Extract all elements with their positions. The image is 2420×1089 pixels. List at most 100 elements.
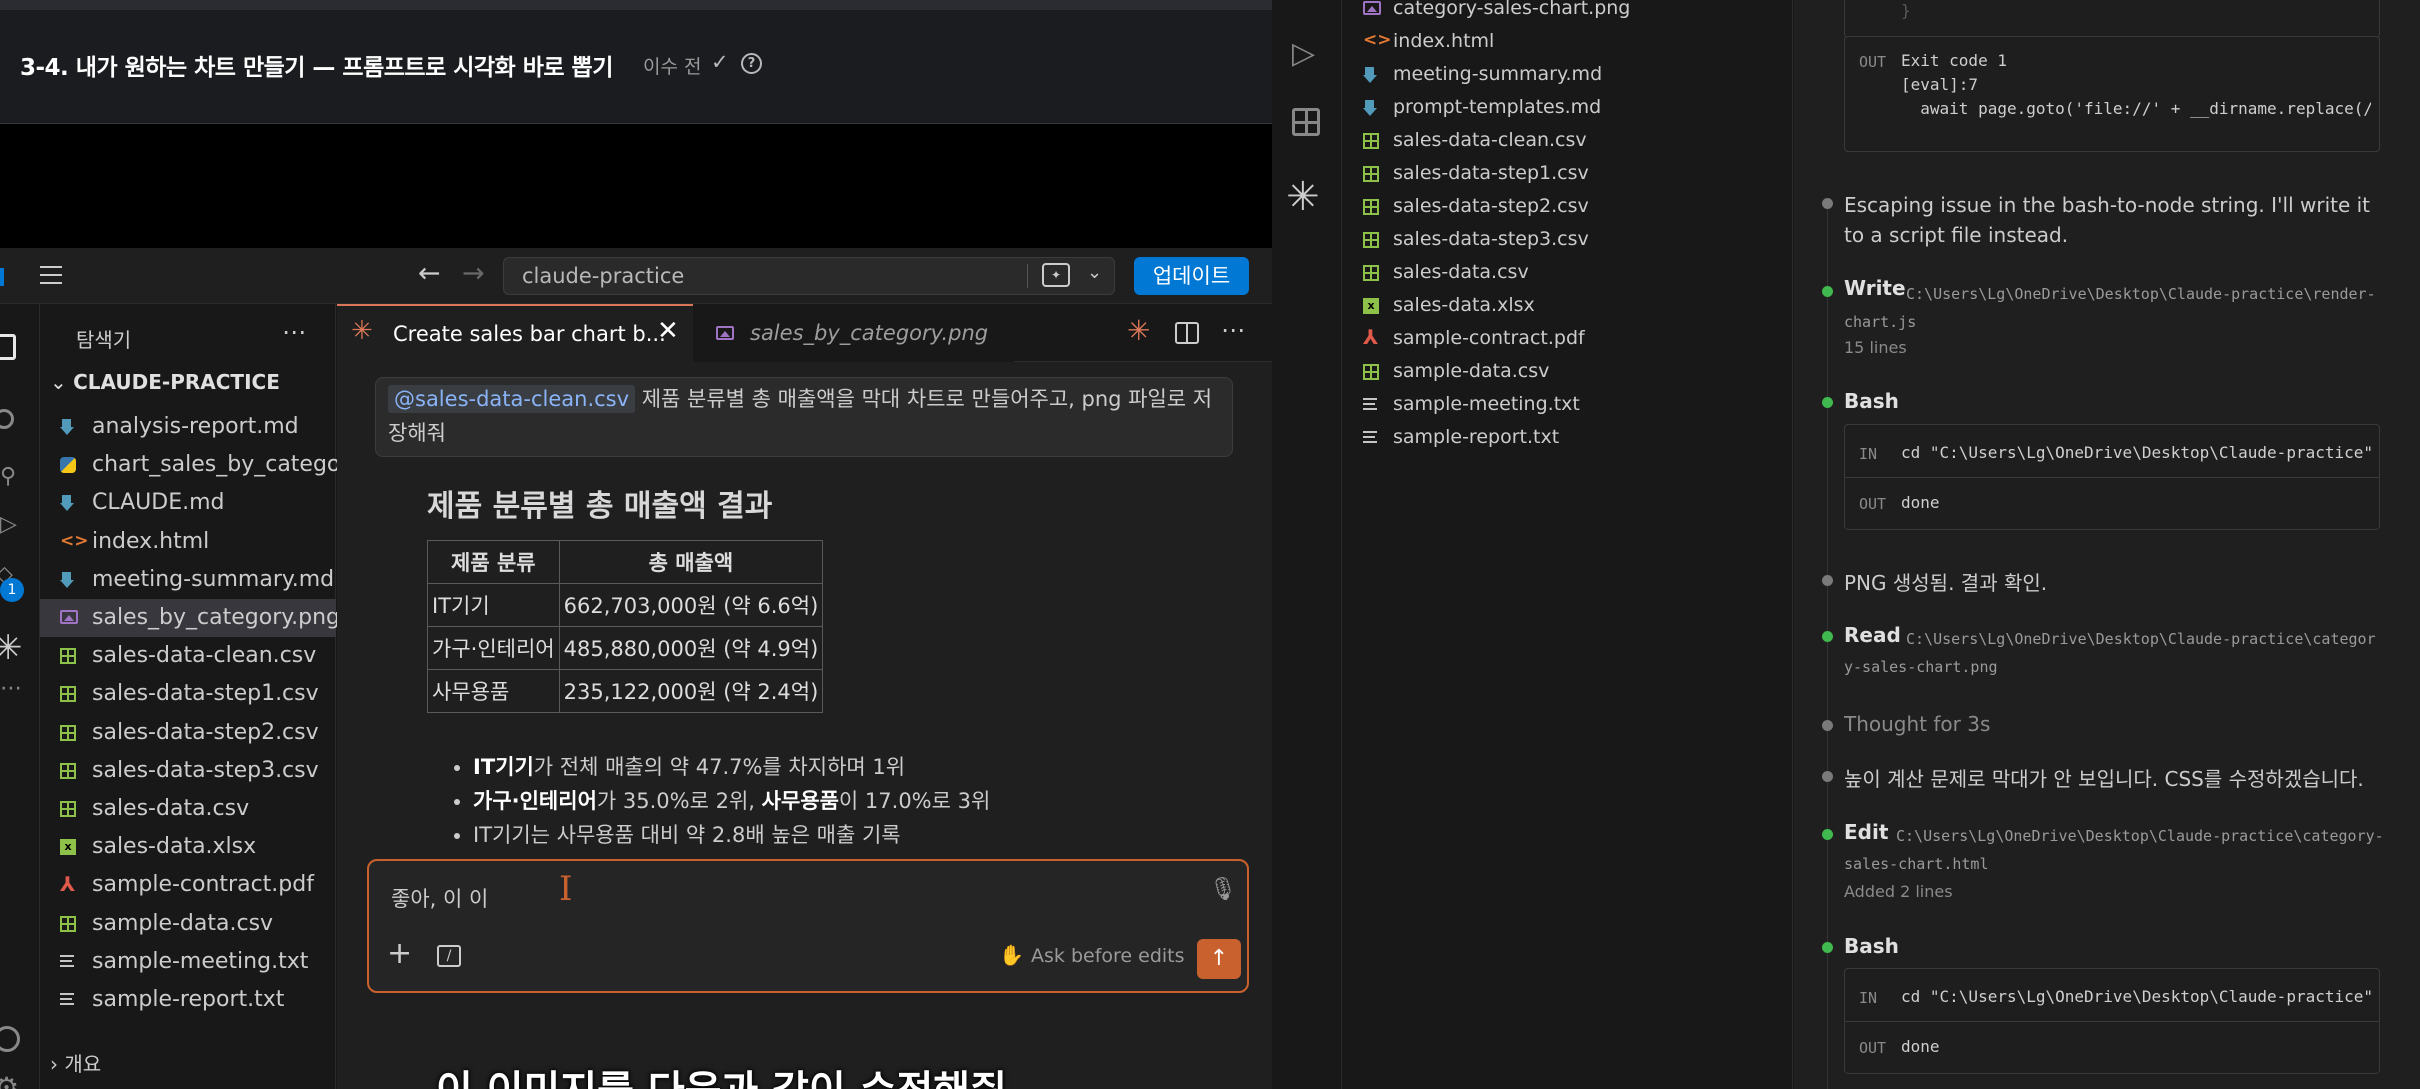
result-bullets: IT기기가 전체 매출의 약 47.7%를 차지하며 1위 가구·인테리어가 3… [449,750,990,852]
chat-input-box[interactable]: 좋아, 이 이 I 🎙 + / ✋ Ask before edits ↑ [367,859,1249,993]
table-row: IT기기 662,703,000원 (약 6.6억) [427,583,824,627]
extensions-icon[interactable] [1292,108,1320,136]
file-name: sample-report.txt [1393,426,1560,448]
table-row: 사무용품 235,122,000원 (약 2.4억) [427,669,824,713]
search-icon[interactable] [0,409,14,429]
markdown-file-icon [1363,67,1377,85]
file-tree-item[interactable]: ⅄ sample-contract.pdf [1343,322,1793,355]
chevron-down-icon[interactable]: ⌄ [1087,262,1102,283]
split-editor-icon[interactable] [1175,322,1199,344]
explorer-files-icon[interactable] [0,334,16,360]
source-control-icon[interactable]: ⚲ [0,464,16,489]
bash-block: IN cd "C:\Users\Lg\OneDrive\Desktop\Clau… [1844,424,2380,530]
divider [1845,477,2379,478]
file-tree-item[interactable]: sales-data-step3.csv [1343,223,1793,256]
file-tree-item[interactable]: category-sales-chart.png [1343,0,1793,25]
file-tree-item[interactable]: prompt-templates.md [1343,91,1793,124]
file-name: category-sales-chart.png [1393,0,1631,19]
file-tree-item[interactable]: meeting-summary.md [1343,58,1793,91]
run-debug-icon[interactable]: ▷ [1292,36,1315,71]
file-tree-item[interactable]: sample-meeting.txt [1343,388,1793,421]
file-tree-item[interactable]: sales-data.csv [40,790,336,828]
root-folder[interactable]: ⌄ CLAUDE-PRACTICE [50,370,280,394]
file-tree-item[interactable]: sales-data-step2.csv [40,714,336,752]
forward-arrow-icon[interactable]: → [462,258,485,289]
file-tree-item[interactable]: CLAUDE.md [40,484,336,522]
settings-gear-icon[interactable]: ⚙ [0,1074,19,1089]
command-search[interactable]: claude-practice ✦ ⌄ [503,257,1115,295]
table-cell: 사무용품 [427,669,560,713]
file-name: sales-data-clean.csv [92,643,317,669]
outline-section[interactable]: › 개요 [50,1048,101,1077]
help-icon[interactable]: ? [741,53,762,74]
file-tree-item[interactable]: chart_sales_by_catego... [40,446,361,484]
file-tree-item[interactable]: sales_by_category.png [40,599,340,637]
file-tree-item[interactable]: ⅄ sample-contract.pdf [40,866,336,904]
csv-file-icon [1363,364,1379,380]
list-item: IT기기는 사무용품 대비 약 2.8배 높은 매출 기록 [473,818,990,852]
chat-input-text[interactable]: 좋아, 이 이 [391,883,488,913]
status-dot [1822,720,1833,731]
account-icon[interactable] [0,1026,20,1052]
read-path[interactable]: C:\Users\Lg\OneDrive\Desktop\Claude-prac… [1844,625,2384,681]
file-tree-item[interactable]: sample-data.csv [1343,355,1793,388]
file-name: sample-data.csv [92,910,274,936]
add-attachment-icon[interactable]: + [387,939,412,969]
outline-label: 개요 [64,1052,102,1076]
menu-icon[interactable] [40,266,62,284]
file-name: sales-data.csv [92,796,250,821]
claude-icon[interactable]: ✳ [1286,174,1320,220]
explorer-more-icon[interactable]: ⋯ [282,318,306,346]
mode-label[interactable]: Ask before edits [1031,945,1185,967]
file-tree-item[interactable]: <> index.html [1343,25,1793,58]
slash-command-icon[interactable]: / [437,945,461,967]
write-path[interactable]: C:\Users\Lg\OneDrive\Desktop\Claude-prac… [1844,280,2384,336]
file-tree-item[interactable]: x sales-data.xlsx [40,828,336,866]
close-icon[interactable]: ✕ [657,316,679,346]
file-tree-item[interactable]: sales-data.csv [1343,256,1793,289]
in-label: IN [1859,989,1878,1007]
run-debug-icon[interactable]: ▷ [0,512,17,537]
claude-icon[interactable]: ✳ [1127,314,1150,347]
file-tree-item[interactable]: sales-data-step3.csv [40,752,336,790]
file-tree-item[interactable]: sample-data.csv [40,905,336,943]
file-tree-item[interactable]: meeting-summary.md [40,561,336,599]
claude-icon[interactable]: ✳ [0,631,23,665]
out-label: OUT [1859,53,1887,71]
file-tree-item[interactable]: sales-data-step2.csv [1343,190,1793,223]
microphone-icon[interactable]: 🎙 [1209,877,1237,902]
file-mention-chip[interactable]: @sales-data-clean.csv [388,385,636,413]
file-name: sales-data-step3.csv [92,757,319,783]
tab-image[interactable]: sales_by_category.png [694,304,1014,362]
thought-label[interactable]: Thought for 3s [1844,712,1990,736]
update-button[interactable]: 업데이트 [1134,257,1249,295]
chat-sparkle-icon[interactable]: ✦ [1042,263,1070,287]
bash-output: done [1901,493,1940,512]
file-tree-item[interactable]: sales-data-step1.csv [40,675,336,713]
csv-file-icon [1363,232,1379,248]
file-name: sample-meeting.txt [92,948,309,974]
excel-file-icon: x [60,839,76,856]
file-tree-item[interactable]: x sales-data.xlsx [1343,289,1793,322]
file-tree-item[interactable]: sample-report.txt [40,981,336,1019]
send-button[interactable]: ↑ [1197,939,1241,979]
file-name: sales-data-step3.csv [1393,228,1589,250]
file-name: meeting-summary.md [1393,63,1603,85]
file-tree-item[interactable]: analysis-report.md [40,408,336,446]
file-name: sales-data-step2.csv [92,719,319,745]
more-icon[interactable]: ⋯ [0,676,22,701]
csv-file-icon [60,648,76,665]
agent-log: } OUT Exit code 1 [eval]:7 await page.go… [1794,0,2420,1089]
more-actions-icon[interactable]: ⋯ [1221,316,1245,344]
file-tree-item[interactable]: sample-report.txt [1343,421,1793,454]
file-tree-item[interactable]: sales-data-step1.csv [1343,157,1793,190]
tab-chat[interactable]: ✳ Create sales bar chart b... ✕ [337,304,693,362]
file-tree-item[interactable]: sales-data-clean.csv [40,637,336,675]
file-tree-item[interactable]: <> index.html [40,523,336,561]
file-tree-item[interactable]: sample-meeting.txt [40,943,336,981]
csv-file-icon [1363,133,1379,149]
file-tree-item[interactable]: sales-data-clean.csv [1343,124,1793,157]
edit-path[interactable]: C:\Users\Lg\OneDrive\Desktop\Claude-prac… [1844,822,2384,878]
back-arrow-icon[interactable]: ← [418,258,441,289]
bash-command: cd "C:\Users\Lg\OneDrive\Desktop\Claude-… [1901,443,2374,462]
